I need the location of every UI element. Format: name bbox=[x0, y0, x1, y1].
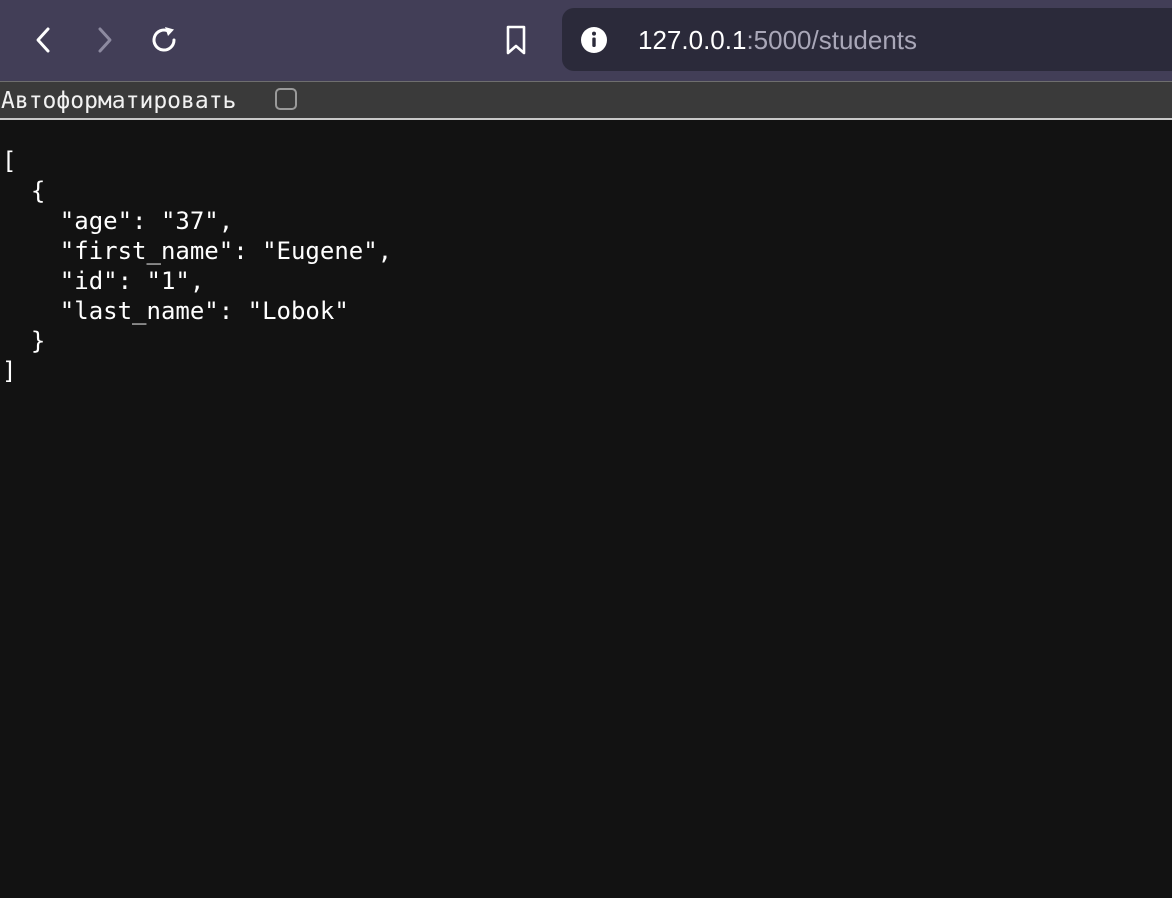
info-icon[interactable] bbox=[580, 26, 608, 54]
json-line: ] bbox=[2, 357, 17, 385]
autoformat-label: Автоформатировать bbox=[1, 88, 237, 114]
back-button[interactable] bbox=[24, 20, 64, 60]
autoformat-checkbox[interactable] bbox=[275, 88, 297, 110]
url-path: :5000/students bbox=[746, 25, 918, 55]
chevron-left-icon bbox=[36, 27, 50, 53]
chevron-right-icon bbox=[98, 27, 112, 53]
json-line: } bbox=[2, 327, 46, 355]
url-host: 127.0.0.1 bbox=[638, 25, 747, 55]
address-bar[interactable]: 127.0.0.1:5000/students bbox=[562, 8, 1172, 71]
json-line: { bbox=[2, 177, 46, 205]
bookmark-icon bbox=[506, 25, 526, 55]
json-line: "last_name": "Lobok" bbox=[2, 297, 349, 325]
json-viewer: [ { "age": "37", "first_name": "Eugene",… bbox=[0, 120, 1172, 898]
json-line: "first_name": "Eugene", bbox=[2, 237, 393, 265]
browser-toolbar: 127.0.0.1:5000/students bbox=[0, 0, 1172, 81]
url-text[interactable]: 127.0.0.1:5000/students bbox=[638, 23, 917, 57]
json-line: "age": "37", bbox=[2, 207, 234, 235]
bookmark-button[interactable] bbox=[496, 20, 536, 60]
autoformat-bar: Автоформатировать bbox=[0, 81, 1172, 120]
reload-icon bbox=[152, 27, 176, 52]
json-line: [ bbox=[2, 147, 17, 175]
reload-button[interactable] bbox=[144, 20, 184, 60]
forward-button[interactable] bbox=[84, 20, 124, 60]
json-line: "id": "1", bbox=[2, 267, 205, 295]
